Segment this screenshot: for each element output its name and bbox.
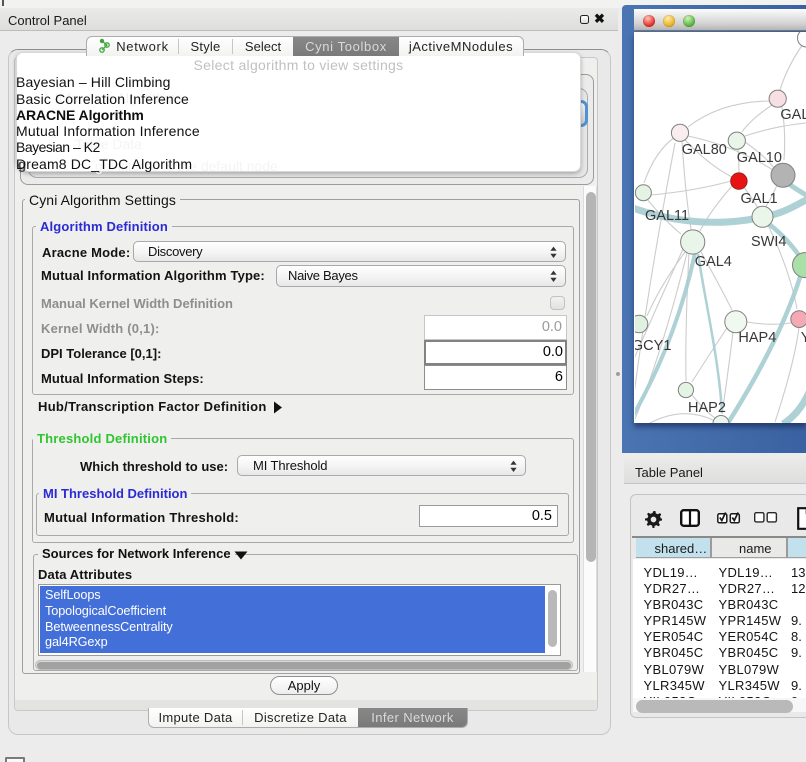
svg-text:GCY1: GCY1 xyxy=(635,338,671,354)
svg-text:HAP4: HAP4 xyxy=(738,330,776,346)
svg-text:HAP2: HAP2 xyxy=(688,400,726,416)
svg-text:GAL80: GAL80 xyxy=(682,142,727,158)
svg-text:GAL11: GAL11 xyxy=(645,208,689,224)
svg-text:GAL4: GAL4 xyxy=(695,254,732,270)
svg-text:GAL10: GAL10 xyxy=(737,150,782,166)
svg-text:GAL1: GAL1 xyxy=(741,191,778,207)
svg-text:SWI4: SWI4 xyxy=(751,234,786,250)
svg-text:GAL: GAL xyxy=(780,107,806,123)
svg-text:Y: Y xyxy=(801,330,806,346)
